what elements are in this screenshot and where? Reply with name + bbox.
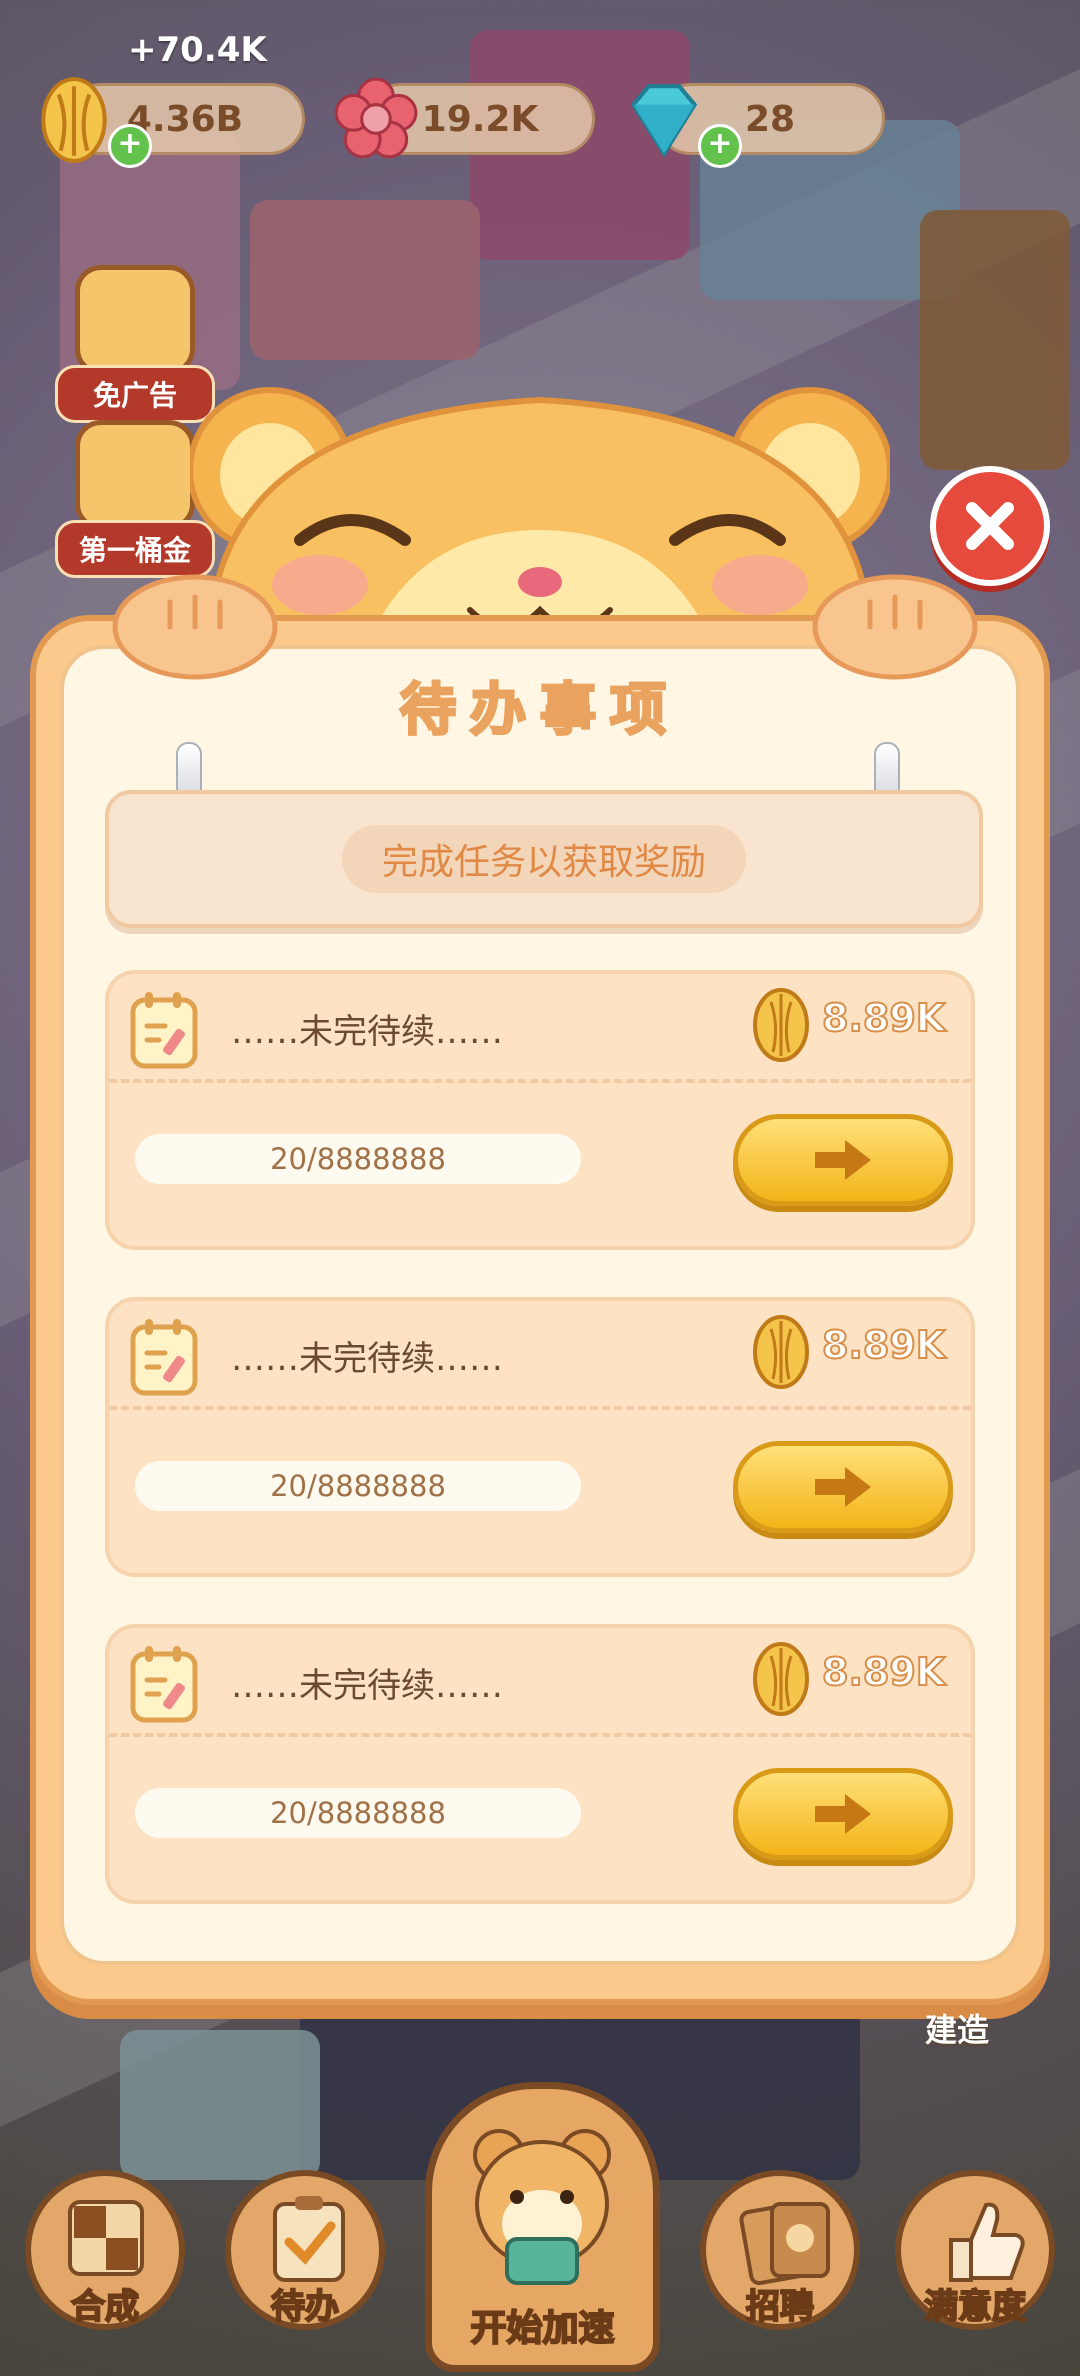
ad-ticket-icon (75, 265, 195, 375)
task-name: ……未完待续…… (231, 1339, 503, 1379)
nav-merge-label: 合成 (70, 2286, 140, 2328)
flower-icon (334, 77, 418, 159)
nav-satisfaction-label: 满意度 (923, 2286, 1027, 2328)
add-seeds-button[interactable]: + (108, 124, 152, 168)
build-button[interactable]: 建造 (925, 2005, 989, 2051)
notepad-icon (130, 1646, 198, 1723)
income-popup: +70.4K (128, 30, 267, 70)
diamond-counter: + 28 (630, 83, 885, 168)
hamster-face-icon (473, 2129, 611, 2285)
task-progress: 20/8888888 (135, 1461, 581, 1511)
task-card: ……未完待续…… 8.89K 20/8888888 (105, 970, 975, 1250)
sunflower-seed-icon (753, 988, 809, 1062)
task-banner: 完成任务以获取奖励 (105, 790, 983, 928)
diamond-icon (630, 84, 698, 158)
nav-merge[interactable]: 合成 (25, 2170, 185, 2330)
notepad-icon (130, 992, 198, 1069)
nav-recruit-label: 招聘 (745, 2286, 815, 2328)
task-progress: 20/8888888 (135, 1134, 581, 1184)
task-reward: 8.89K (821, 1649, 946, 1695)
diamond-amount: 28 (744, 98, 796, 140)
seed-counter: + 4.36B (41, 77, 305, 168)
modal-title: 待办事项 (399, 677, 680, 745)
task-reward: 8.89K (821, 995, 946, 1041)
close-icon (966, 502, 1014, 550)
arrow-right-icon (815, 1140, 871, 1180)
recruit-cards-icon (739, 2202, 830, 2286)
go-button[interactable] (733, 1441, 953, 1533)
nav-recruit[interactable]: 招聘 (700, 2170, 860, 2330)
thumbs-up-icon (949, 2202, 1025, 2282)
notepad-icon (130, 1319, 198, 1396)
task-reward: 8.89K (821, 1322, 946, 1368)
nav-start-speed-up[interactable]: 开始加速 (425, 2082, 660, 2372)
flower-amount: 19.2K (421, 98, 539, 140)
task-name: ……未完待续…… (231, 1666, 503, 1706)
close-button[interactable] (930, 466, 1050, 586)
nav-todo[interactable]: 待办 (225, 2170, 385, 2330)
sunflower-seed-icon (41, 77, 107, 163)
task-card: ……未完待续…… 8.89K 20/8888888 (105, 1297, 975, 1577)
checker-board-icon (68, 2200, 144, 2276)
nav-satisfaction[interactable]: 满意度 (895, 2170, 1055, 2330)
sunflower-seed-icon (753, 1642, 809, 1716)
task-progress: 20/8888888 (135, 1788, 581, 1838)
nav-start-speed-up-label: 开始加速 (469, 2307, 615, 2350)
hamster-gold-icon (75, 420, 195, 530)
add-diamonds-button[interactable]: + (698, 124, 742, 168)
checklist-icon (273, 2196, 345, 2282)
arrow-right-icon (815, 1794, 871, 1834)
task-name: ……未完待续…… (231, 1012, 503, 1052)
flower-counter: 19.2K (334, 77, 595, 159)
task-card: ……未完待续…… 8.89K 20/8888888 (105, 1624, 975, 1904)
sunflower-seed-icon (753, 1315, 809, 1389)
go-button[interactable] (733, 1114, 953, 1206)
arrow-right-icon (815, 1467, 871, 1507)
nav-todo-label: 待办 (270, 2286, 340, 2328)
go-button[interactable] (733, 1768, 953, 1860)
task-banner-text: 完成任务以获取奖励 (341, 825, 746, 893)
